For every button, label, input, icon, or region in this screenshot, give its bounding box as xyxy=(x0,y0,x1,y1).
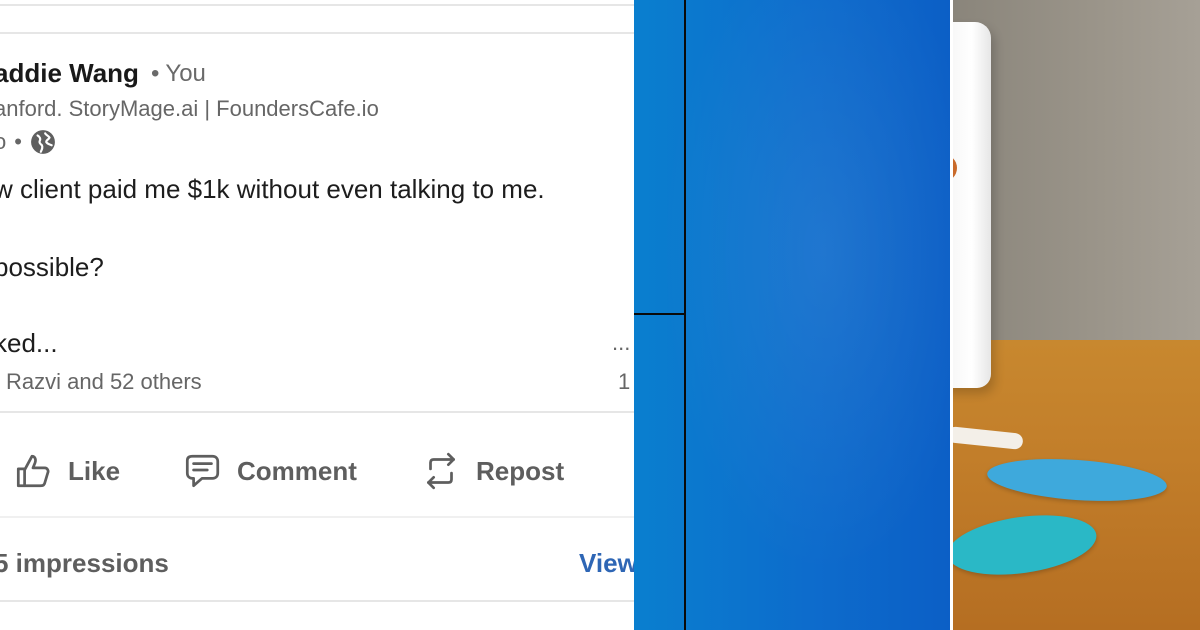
white-device: o xyxy=(953,22,991,388)
post-meta: o • xyxy=(0,128,56,156)
panel-sheen xyxy=(634,0,950,630)
repost-label: Repost xyxy=(476,455,565,486)
view-analytics-link[interactable]: View xyxy=(579,548,634,579)
post-body-line-3: ked... xyxy=(0,328,58,358)
comment-button[interactable]: Comment xyxy=(181,446,357,496)
stickers-photo: o xyxy=(953,0,1200,630)
impressions-divider xyxy=(0,516,634,518)
meta-separator: • xyxy=(14,129,22,154)
author-headline: anford. StoryMage.ai | FoundersCafe.io xyxy=(0,96,379,121)
like-label: Like xyxy=(68,455,121,486)
relationship-label: You xyxy=(165,60,206,87)
reactions-summary[interactable]: Razvi and 52 others xyxy=(6,369,202,395)
repost-arrows-icon xyxy=(427,452,455,490)
impressions-count[interactable]: 5 impressions xyxy=(0,548,169,579)
repost-button[interactable]: Repost xyxy=(420,446,564,496)
like-button[interactable]: Like xyxy=(12,446,120,496)
see-more-link[interactable]: ... xyxy=(612,330,630,356)
bottom-divider xyxy=(0,600,634,602)
author-name[interactable]: addie Wang xyxy=(0,58,139,89)
author-relationship: • You xyxy=(151,60,206,87)
thumbs-up-icon xyxy=(16,454,50,488)
post-top-divider xyxy=(0,32,634,34)
device-sticker xyxy=(953,154,957,182)
post-body-line-1: w client paid me $1k without even talkin… xyxy=(0,174,545,204)
linkedin-post-card: addie Wang • You anford. StoryMage.ai | F… xyxy=(0,0,634,630)
comment-bubble-icon xyxy=(185,454,220,488)
panel-vertical-line xyxy=(684,0,686,630)
globe-icon xyxy=(30,129,56,155)
panel-horizontal-line xyxy=(634,313,686,315)
blue-panel-image xyxy=(634,0,950,630)
top-divider xyxy=(0,4,634,6)
actions-divider xyxy=(0,411,634,413)
post-body-line-2: possible? xyxy=(0,252,104,282)
comment-label: Comment xyxy=(237,455,357,486)
post-time: o xyxy=(0,129,7,154)
comment-count[interactable]: 1 xyxy=(618,369,630,395)
